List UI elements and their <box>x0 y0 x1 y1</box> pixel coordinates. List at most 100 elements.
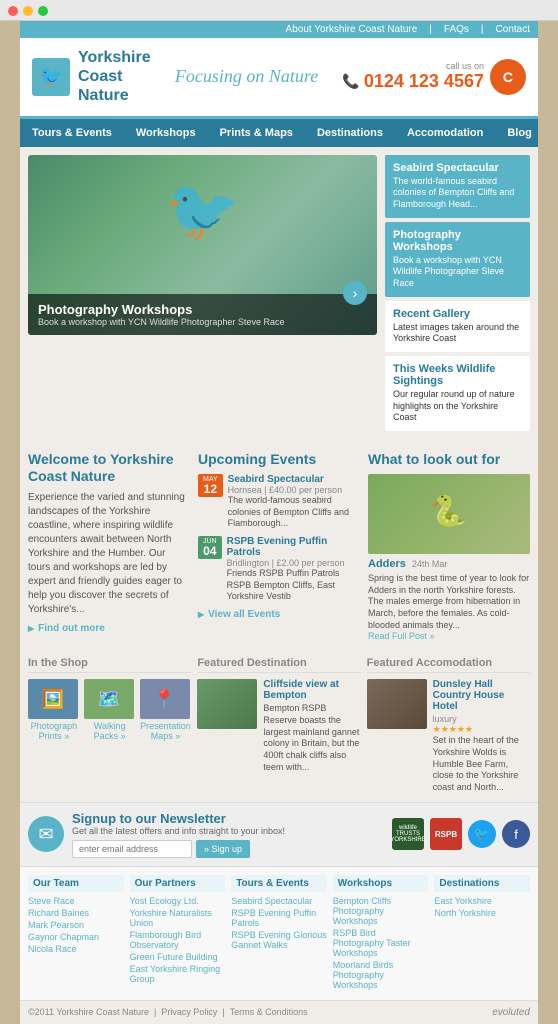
close-dot[interactable] <box>8 6 18 16</box>
footer-col-tours: Tours & Events Seabird Spectacular RSPB … <box>231 875 327 992</box>
nav-accomodation[interactable]: Accomodation <box>395 119 495 147</box>
logo-text: Yorkshire Coast Nature <box>78 48 151 106</box>
featured-dest-text: Cliffside view at Bempton Bempton RSPB R… <box>263 679 360 773</box>
footer-tours-link-2[interactable]: RSPB Evening Glorious Gannet Walks <box>231 930 327 950</box>
shop-maps-label: PresentationMaps » <box>140 721 192 741</box>
shop-item-prints[interactable]: 🖼️ PhotographPrints » <box>28 679 80 741</box>
footer-partners-link-4[interactable]: East Yorkshire Ringing Group <box>130 964 226 984</box>
call-us-label: call us on <box>342 61 484 71</box>
wildlife-image-icon: 🐍 <box>430 494 467 529</box>
header-cta-button[interactable]: C <box>490 59 526 95</box>
terms-link[interactable]: Terms & Conditions <box>230 1007 308 1017</box>
footer-tours-link-1[interactable]: RSPB Evening Puffin Patrols <box>231 908 327 928</box>
sidebar-card-photo[interactable]: Photography Workshops Book a workshop wi… <box>385 222 530 297</box>
featured-accom-name[interactable]: Dunsley Hall Country House Hotel <box>433 679 530 712</box>
featured-accom-stars: ★★★★★ <box>433 724 530 735</box>
twitter-button[interactable]: 🐦 <box>468 820 496 848</box>
footer-tours-link-0[interactable]: Seabird Spectacular <box>231 896 327 906</box>
shop-walking-img: 🗺️ <box>84 679 134 719</box>
events-title: Upcoming Events <box>198 451 360 468</box>
sidebar-card-seabird[interactable]: Seabird Spectacular The world-famous sea… <box>385 155 530 218</box>
event2-location: Bridlington | £2.00 per person <box>227 558 360 568</box>
event1-date-badge: MAY 12 <box>198 474 223 497</box>
logo-icon: 🐦 <box>32 58 70 96</box>
nav-prints[interactable]: Prints & Maps <box>208 119 305 147</box>
footer-workshops-link-0[interactable]: Bempton Cliffs Photography Workshops <box>333 896 429 926</box>
main-content: 🐦 Photography Workshops Book a workshop … <box>20 147 538 444</box>
hero-image: 🐦 Photography Workshops Book a workshop … <box>28 155 377 335</box>
wildlife-col-title: What to look out for <box>368 451 530 468</box>
footer-partners-link-2[interactable]: Flamborough Bird Observatory <box>130 930 226 950</box>
sidebar: Seabird Spectacular The world-famous sea… <box>385 155 530 436</box>
three-col-section: Welcome to Yorkshire Coast Nature Experi… <box>20 443 538 649</box>
featured-accom-text: Dunsley Hall Country House Hotel luxury … <box>433 679 530 793</box>
footer-destinations-link-0[interactable]: East Yorkshire <box>434 896 530 906</box>
wildlife-image: 🐍 <box>368 474 530 554</box>
welcome-text: Experience the varied and stunning lands… <box>28 491 190 617</box>
separator2: | <box>481 24 484 35</box>
footer-workshops-link-2[interactable]: Moorland Birds Photography Workshops <box>333 960 429 990</box>
event1-title[interactable]: Seabird Spectacular <box>228 474 360 485</box>
footer-destinations-link-1[interactable]: North Yorkshire <box>434 908 530 918</box>
maximize-dot[interactable] <box>38 6 48 16</box>
shop-item-maps[interactable]: 📍 PresentationMaps » <box>140 679 192 741</box>
event1-desc: The world-famous seabird colonies of Bem… <box>228 495 360 530</box>
view-all-events-link[interactable]: View all Events <box>198 609 360 620</box>
footer-team-link-4[interactable]: Nicola Race <box>28 944 124 954</box>
featured-dest-desc: Bempton RSPB Reserve boasts the largest … <box>263 703 360 773</box>
read-full-link[interactable]: Read Full Post » <box>368 631 530 641</box>
footer-columns: Our Team Steve Race Richard Baines Mark … <box>20 867 538 1000</box>
nav-destinations[interactable]: Destinations <box>305 119 395 147</box>
footer-partners-title: Our Partners <box>130 875 226 892</box>
footer-col-destinations: Destinations East Yorkshire North Yorksh… <box>434 875 530 992</box>
phone-number[interactable]: 0124 123 4567 <box>364 71 484 92</box>
bottom-footer: ©2011 Yorkshire Coast Nature | Privacy P… <box>20 1000 538 1024</box>
newsletter-form: » Sign up <box>72 840 384 858</box>
newsletter-icon: ✉ <box>28 816 64 852</box>
event2-title[interactable]: RSPB Evening Puffin Patrols <box>227 536 360 558</box>
find-out-more-link[interactable]: Find out more <box>28 623 190 634</box>
shop-item-walking[interactable]: 🗺️ WalkingPacks » <box>84 679 136 741</box>
footer-team-link-1[interactable]: Richard Baines <box>28 908 124 918</box>
featured-dest-name[interactable]: Cliffside view at Bempton <box>263 679 360 701</box>
featured-dest-title: Featured Destination <box>197 657 360 673</box>
footer-partners-link-3[interactable]: Green Future Building <box>130 952 226 962</box>
facebook-button[interactable]: f <box>502 820 530 848</box>
bottom-footer-text: ©2011 Yorkshire Coast Nature | Privacy P… <box>28 1007 308 1017</box>
footer-team-link-0[interactable]: Steve Race <box>28 896 124 906</box>
hero-bird-icon: 🐦 <box>165 175 240 246</box>
wildlife-description: Spring is the best time of year to look … <box>368 573 530 631</box>
contact-link[interactable]: Contact <box>496 24 530 35</box>
sidebar-card-gallery[interactable]: Recent Gallery Latest images taken aroun… <box>385 301 530 352</box>
footer-partners-link-0[interactable]: Yost Ecology Ltd. <box>130 896 226 906</box>
footer-team-link-3[interactable]: Gaynor Chapman <box>28 932 124 942</box>
about-link[interactable]: About Yorkshire Coast Nature <box>286 24 418 35</box>
nav-tours[interactable]: Tours & Events <box>20 119 124 147</box>
footer-workshops-link-1[interactable]: RSPB Bird Photography Taster Workshops <box>333 928 429 958</box>
event2-content: RSPB Evening Puffin Patrols Bridlington … <box>227 536 360 603</box>
privacy-policy-link[interactable]: Privacy Policy <box>161 1007 217 1017</box>
evoluted-text: evoluted <box>492 1007 530 1018</box>
newsletter-section: ✉ Signup to our Newsletter Get all the l… <box>20 802 538 867</box>
featured-accom-image <box>367 679 427 729</box>
featured-dest-col: Featured Destination Cliffside view at B… <box>197 657 360 773</box>
logo-area: 🐦 Yorkshire Coast Nature <box>32 48 151 106</box>
sidebar-seabird-text: The world-famous seabird colonies of Bem… <box>393 176 522 211</box>
featured-accom-rating-note: luxury <box>433 714 530 724</box>
footer-partners-link-1[interactable]: Yorkshire Naturalists Union <box>130 908 226 928</box>
newsletter-signup-button[interactable]: » Sign up <box>196 840 250 858</box>
nav-workshops[interactable]: Workshops <box>124 119 208 147</box>
sidebar-card-wildlife[interactable]: This Weeks Wildlife Sightings Our regula… <box>385 356 530 431</box>
welcome-title: Welcome to Yorkshire Coast Nature <box>28 451 190 485</box>
minimize-dot[interactable] <box>23 6 33 16</box>
footer-team-link-2[interactable]: Mark Pearson <box>28 920 124 930</box>
footer-destinations-title: Destinations <box>434 875 530 892</box>
faqs-link[interactable]: FAQs <box>444 24 469 35</box>
hero-arrow-button[interactable]: › <box>343 281 367 305</box>
shop-walking-label: WalkingPacks » <box>84 721 136 741</box>
newsletter-text: Signup to our Newsletter Get all the lat… <box>72 811 384 858</box>
shop-col: In the Shop 🖼️ PhotographPrints » 🗺️ Wal… <box>28 657 191 741</box>
newsletter-email-input[interactable] <box>72 840 192 858</box>
nav-blog[interactable]: Blog <box>495 119 543 147</box>
sidebar-seabird-title: Seabird Spectacular <box>393 162 522 174</box>
